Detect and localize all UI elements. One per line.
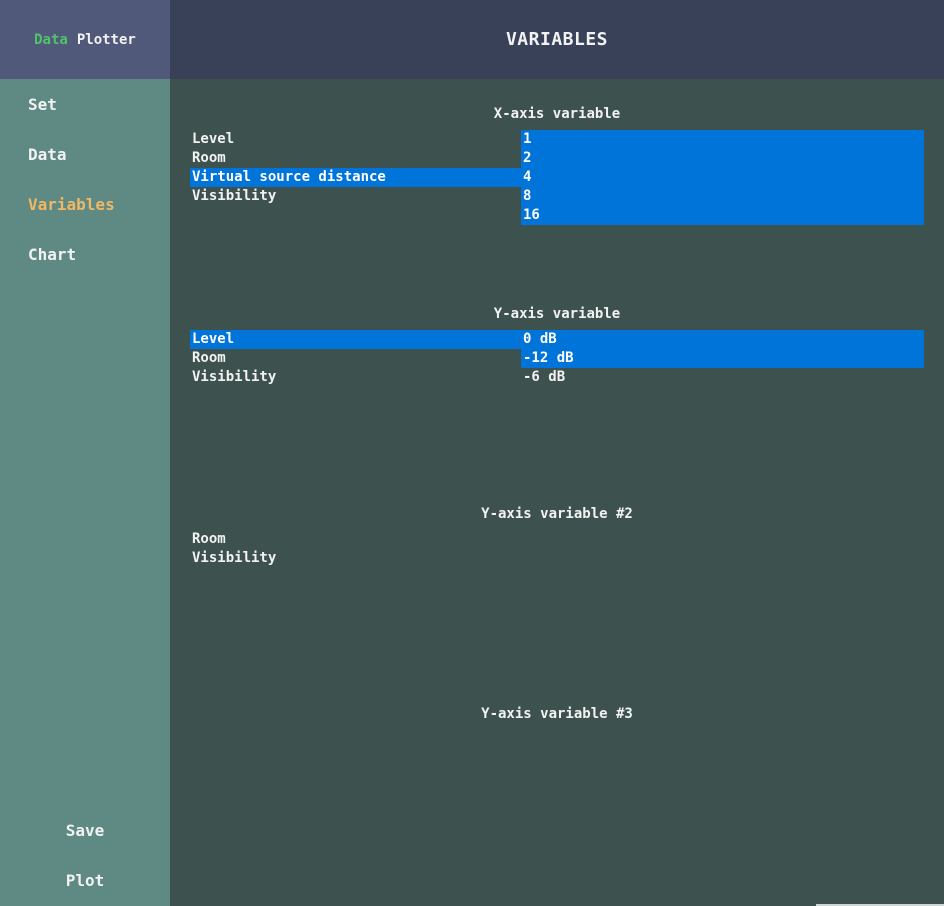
y-variable-option-level[interactable]: Level	[190, 330, 521, 349]
app-logo: Data Plotter	[0, 0, 170, 79]
sidebar-item-data[interactable]: Data	[28, 145, 67, 164]
page-header: VARIABLES	[170, 0, 944, 79]
page-title: VARIABLES	[505, 29, 609, 50]
x-value-option-2[interactable]: 2	[521, 149, 924, 168]
sidebar-item-set[interactable]: Set	[28, 95, 57, 114]
plot-button[interactable]: Plot	[0, 871, 170, 890]
save-button[interactable]: Save	[0, 821, 170, 840]
x-value-option-4[interactable]: 4	[521, 168, 924, 187]
x-variable-option-room[interactable]: Room	[190, 149, 521, 168]
y-axis-section-title: Y-axis variable	[493, 306, 621, 322]
sidebar: Data Plotter Set Data Variables Chart Sa…	[0, 0, 170, 906]
x-variable-option-level[interactable]: Level	[190, 130, 521, 149]
x-value-option-8[interactable]: 8	[521, 187, 924, 206]
sidebar-item-chart[interactable]: Chart	[28, 245, 76, 264]
x-variable-option-visibility[interactable]: Visibility	[190, 187, 521, 206]
x-variable-option-virtual-source-distance[interactable]: Virtual source distance	[190, 168, 521, 187]
x-axis-section-title: X-axis variable	[493, 106, 621, 122]
x-value-option-1[interactable]: 1	[521, 130, 924, 149]
logo-word-data: Data	[34, 31, 68, 48]
y-axis-3-section-title: Y-axis variable #3	[481, 706, 633, 722]
y-axis-2-variable-list: Room Visibility	[190, 530, 521, 568]
y-axis-2-section-title: Y-axis variable #2	[481, 506, 633, 522]
y-value-option-minus12db[interactable]: -12 dB	[521, 349, 924, 368]
x-axis-variable-list: Level Room Virtual source distance Visib…	[190, 130, 521, 206]
logo-word-plotter: Plotter	[76, 31, 136, 48]
y-axis-variable-list: Level Room Visibility	[190, 330, 521, 387]
app-window: Data Plotter Set Data Variables Chart Sa…	[0, 0, 944, 906]
y-value-option-minus6db[interactable]: -6 dB	[521, 368, 924, 387]
y-axis-value-list: 0 dB -12 dB -6 dB	[521, 330, 924, 387]
sidebar-item-variables[interactable]: Variables	[28, 195, 115, 214]
y-variable-option-visibility[interactable]: Visibility	[190, 368, 521, 387]
y-value-option-0db[interactable]: 0 dB	[521, 330, 924, 349]
x-axis-value-list: 1 2 4 8 16	[521, 130, 924, 225]
y-variable-option-room[interactable]: Room	[190, 349, 521, 368]
y2-variable-option-room[interactable]: Room	[190, 530, 521, 549]
y2-variable-option-visibility[interactable]: Visibility	[190, 549, 521, 568]
x-value-option-16[interactable]: 16	[521, 206, 924, 225]
